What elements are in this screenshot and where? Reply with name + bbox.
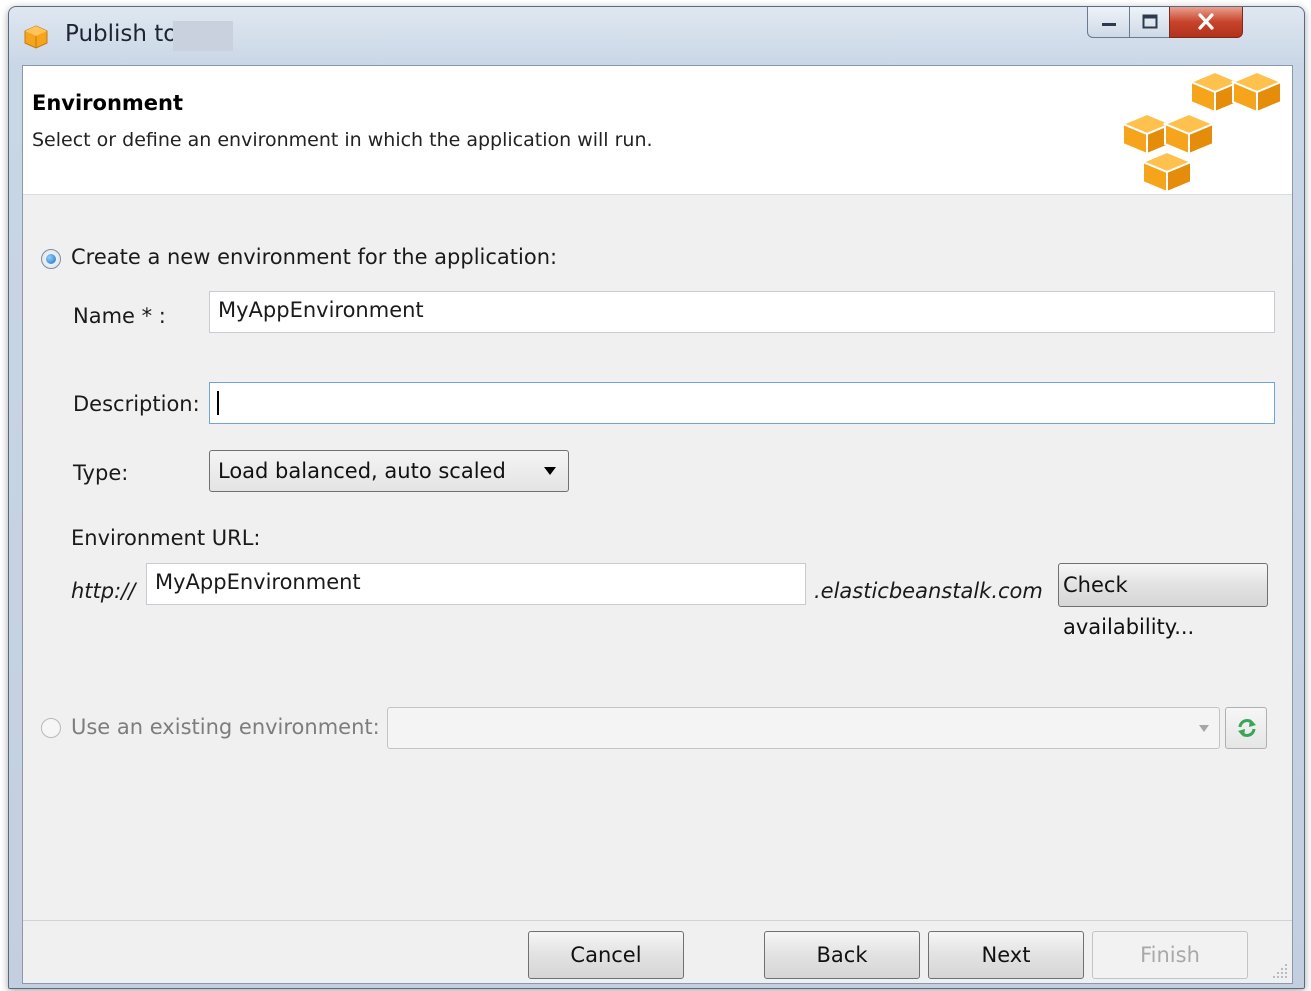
use-existing-environment-label[interactable]: Use an existing environment: <box>71 715 380 739</box>
page-subtitle: Select or define an environment in which… <box>32 129 653 151</box>
existing-environment-dropdown[interactable] <box>387 707 1220 749</box>
maximize-button[interactable] <box>1129 7 1171 38</box>
title-redaction <box>173 21 233 51</box>
minimize-icon <box>1102 23 1116 26</box>
dialog-client-area: Environment Select or define an environm… <box>22 65 1293 984</box>
name-input[interactable]: MyAppEnvironment <box>209 291 1275 333</box>
dropdown-arrow-icon <box>544 467 556 475</box>
aws-cubes-logo <box>1121 70 1283 192</box>
title-bar[interactable]: Publish to <box>9 7 1304 65</box>
refresh-environments-button[interactable] <box>1225 707 1267 749</box>
resize-grip-icon[interactable] <box>1271 962 1289 980</box>
check-availability-button[interactable]: Check availability... <box>1058 563 1268 639</box>
type-selected-value: Load balanced, auto scaled <box>218 459 506 483</box>
type-label: Type: <box>73 461 129 485</box>
aws-box-icon <box>24 25 48 49</box>
description-input[interactable] <box>209 382 1275 424</box>
close-button[interactable] <box>1169 7 1243 38</box>
dropdown-arrow-icon <box>1199 725 1209 732</box>
create-new-environment-label[interactable]: Create a new environment for the applica… <box>71 245 557 269</box>
refresh-icon <box>1238 719 1256 737</box>
window-title: Publish to <box>65 21 178 47</box>
minimize-button[interactable] <box>1087 7 1131 38</box>
type-dropdown[interactable]: Load balanced, auto scaled <box>209 450 569 492</box>
text-caret <box>217 391 219 415</box>
footer-separator <box>23 920 1292 921</box>
environment-url-input[interactable]: MyAppEnvironment <box>146 563 806 605</box>
use-existing-environment-radio[interactable] <box>41 718 61 738</box>
url-prefix: http:// <box>71 579 136 603</box>
environment-url-label: Environment URL: <box>71 526 261 550</box>
maximize-icon <box>1142 14 1158 29</box>
wizard-header: Environment Select or define an environm… <box>23 66 1292 195</box>
page-title: Environment <box>32 91 184 115</box>
create-new-environment-radio[interactable] <box>41 249 61 269</box>
description-label: Description: <box>73 392 200 416</box>
cancel-button[interactable]: Cancel <box>528 931 684 979</box>
publish-dialog-window: Publish to Environment Select or define … <box>8 6 1305 989</box>
back-button[interactable]: Back <box>764 931 920 979</box>
url-suffix: .elasticbeanstalk.com <box>814 579 1043 603</box>
radio-selected-dot <box>46 254 56 264</box>
name-label: Name * : <box>73 304 166 328</box>
close-icon <box>1198 13 1214 30</box>
next-button[interactable]: Next <box>928 931 1084 979</box>
finish-button: Finish <box>1092 931 1248 979</box>
